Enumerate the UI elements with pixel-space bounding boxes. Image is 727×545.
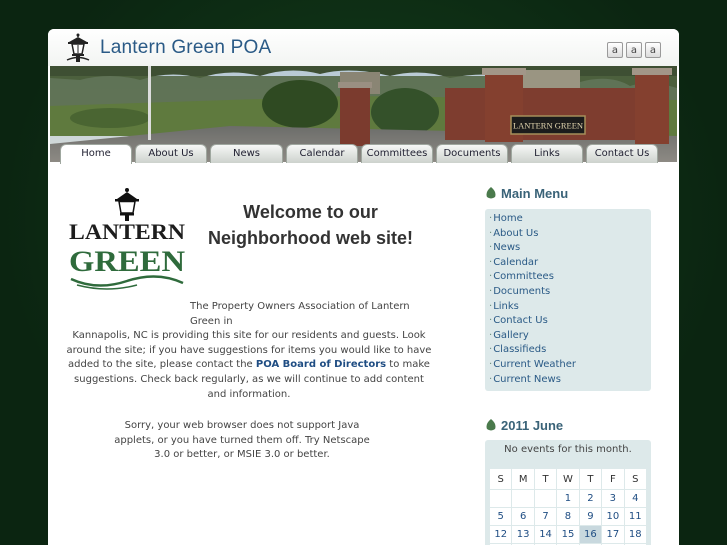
calendar-no-events: No events for this month.	[504, 444, 632, 455]
welcome-line-2: Neighborhood web site!	[208, 228, 413, 248]
menu-item-committees[interactable]: ·Committees	[489, 270, 645, 285]
java-applet-message: Sorry, your web browser does not support…	[114, 420, 370, 461]
tab-links[interactable]: Links	[511, 144, 583, 163]
calendar-day[interactable]: 9	[579, 508, 602, 525]
calendar-day[interactable]: 6	[512, 508, 534, 525]
weekday-wed: W	[557, 469, 579, 489]
menu-item-current-news[interactable]: ·Current News	[489, 373, 645, 388]
calendar-title: 2011 June	[485, 415, 651, 435]
weekday-fri: F	[602, 469, 624, 489]
calendar-day[interactable]: 5	[490, 508, 512, 525]
intro-paragraph: The Property Owners Association of Lante…	[65, 300, 433, 402]
sidebar: Main Menu ·Home ·About Us ·News ·Calenda…	[485, 183, 651, 545]
entrance-sign-text: LANTERN GREEN	[513, 121, 583, 131]
welcome-heading: Welcome to our Neighborhood web site!	[188, 199, 433, 251]
calendar-day-today[interactable]: 16	[579, 526, 602, 543]
calendar-module: No events for this month. S M T W T F S	[485, 440, 651, 545]
menu-item-contact-us[interactable]: ·Contact Us	[489, 314, 645, 329]
menu-item-home[interactable]: ·Home	[489, 212, 645, 227]
site-title[interactable]: Lantern Green POA	[100, 37, 271, 59]
tab-committees[interactable]: Committees	[361, 144, 433, 163]
weekday-sat: S	[624, 469, 646, 489]
main-menu-title: Main Menu	[485, 183, 651, 203]
tab-about-us[interactable]: About Us	[135, 144, 207, 163]
leaf-icon	[486, 187, 496, 199]
calendar-week-row: 1 2 3 4	[490, 490, 646, 507]
menu-item-documents[interactable]: ·Documents	[489, 285, 645, 300]
menu-item-gallery[interactable]: ·Gallery	[489, 329, 645, 344]
lantern-green-logo: LANTERN GREEN	[69, 188, 185, 290]
weekday-tue: T	[534, 469, 557, 489]
font-reset-button[interactable]: a	[626, 42, 642, 58]
page-container: Lantern Green POA a a a LANTERN GREEN Ho…	[48, 29, 679, 545]
intro-lead: The Property Owners Association of Lante…	[190, 301, 410, 327]
font-larger-button[interactable]: a	[645, 42, 661, 58]
calendar-grid: S M T W T F S 1 2 3 4 5 6 7 8 9 10 11 12…	[489, 468, 647, 545]
calendar-title-text: 2011 June	[501, 417, 564, 433]
tab-documents[interactable]: Documents	[436, 144, 508, 163]
calendar-day[interactable]: 18	[624, 526, 646, 543]
calendar-week-row: 12 13 14 15 16 17 18	[490, 526, 646, 543]
calendar-day[interactable]: 8	[557, 508, 579, 525]
calendar-day[interactable]: 1	[557, 490, 579, 507]
calendar-day[interactable]: 14	[534, 526, 557, 543]
calendar-day[interactable]: 10	[602, 508, 624, 525]
main-menu-list: ·Home ·About Us ·News ·Calendar ·Committ…	[485, 209, 651, 391]
font-size-controls: a a a	[607, 42, 661, 58]
tab-calendar[interactable]: Calendar	[286, 144, 358, 163]
calendar-day	[534, 490, 557, 507]
logo-green-text: GREEN	[69, 245, 185, 278]
leaf-icon	[486, 419, 496, 431]
main-navigation: Home About Us News Calendar Committees D…	[60, 144, 658, 164]
calendar-day[interactable]: 2	[579, 490, 602, 507]
calendar-day	[490, 490, 512, 507]
weekday-mon: M	[512, 469, 534, 489]
calendar-day[interactable]: 7	[534, 508, 557, 525]
menu-item-calendar[interactable]: ·Calendar	[489, 256, 645, 271]
logo-lantern-text: LANTERN	[69, 219, 185, 244]
poa-board-link[interactable]: POA Board of Directors	[256, 359, 386, 370]
site-header: Lantern Green POA a a a	[48, 29, 679, 66]
weekday-thu: T	[579, 469, 602, 489]
main-menu-title-text: Main Menu	[501, 185, 569, 201]
calendar-day[interactable]: 13	[512, 526, 534, 543]
tab-contact-us[interactable]: Contact Us	[586, 144, 658, 163]
calendar-weekday-row: S M T W T F S	[490, 469, 646, 489]
menu-item-about-us[interactable]: ·About Us	[489, 227, 645, 242]
calendar-day	[512, 490, 534, 507]
menu-item-news[interactable]: ·News	[489, 241, 645, 256]
calendar-week-row: 5 6 7 8 9 10 11	[490, 508, 646, 525]
calendar-day[interactable]: 12	[490, 526, 512, 543]
lantern-icon[interactable]	[65, 33, 91, 63]
calendar-day[interactable]: 17	[602, 526, 624, 543]
menu-item-current-weather[interactable]: ·Current Weather	[489, 358, 645, 373]
welcome-line-1: Welcome to our	[243, 202, 378, 222]
calendar-day[interactable]: 4	[624, 490, 646, 507]
menu-item-classifieds[interactable]: ·Classifieds	[489, 343, 645, 358]
menu-item-links[interactable]: ·Links	[489, 300, 645, 315]
tab-news[interactable]: News	[210, 144, 283, 163]
calendar-day[interactable]: 15	[557, 526, 579, 543]
tab-home[interactable]: Home	[60, 144, 132, 164]
weekday-sun: S	[490, 469, 512, 489]
font-smaller-button[interactable]: a	[607, 42, 623, 58]
calendar-day[interactable]: 11	[624, 508, 646, 525]
calendar-day[interactable]: 3	[602, 490, 624, 507]
